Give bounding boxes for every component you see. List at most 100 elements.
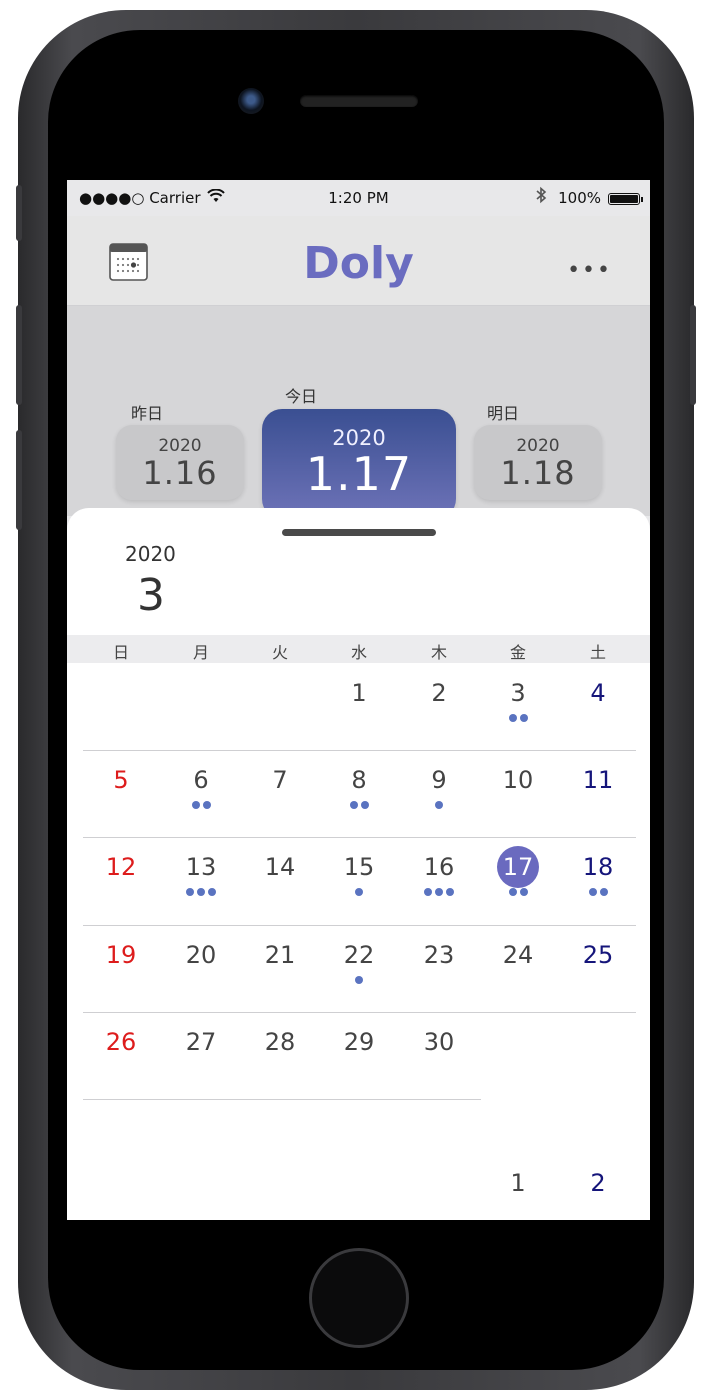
calendar-day[interactable]: 8 [324,766,394,809]
next-day-year: 2020 [516,436,560,456]
day-number: 25 [582,941,614,969]
calendar-day[interactable]: 2 [563,1169,633,1212]
event-dots [483,974,553,984]
calendar-day[interactable]: 18 [563,853,633,896]
calendar-day[interactable]: 3 [483,679,553,722]
event-dots [86,886,156,896]
earpiece-speaker [300,95,418,107]
event-dot [599,888,608,896]
sheet-drag-handle[interactable] [282,529,436,536]
calendar-day[interactable]: 13 [166,853,236,896]
day-number: 16 [423,853,455,881]
event-dots [483,712,553,722]
home-button[interactable] [309,1248,409,1348]
bluetooth-icon [535,186,547,209]
event-dots [86,799,156,809]
calendar-day[interactable]: 20 [166,941,236,984]
calendar-day[interactable]: 14 [245,853,315,896]
event-dot [197,888,205,896]
calendar-day[interactable]: 28 [245,1028,315,1071]
day-selector: 昨日 2020 1.16 今日 2020 1.17 明日 2020 1.18 [67,306,650,519]
calendar-day[interactable]: 7 [245,766,315,809]
event-dot [355,888,363,896]
calendar-day[interactable]: 12 [86,853,156,896]
event-dots [563,799,633,809]
calendar-day[interactable]: 22 [324,941,394,984]
nav-bar: Doly ••• [67,216,650,306]
event-dot [435,801,443,809]
event-dots [166,974,236,984]
event-dot [360,801,369,809]
calendar-day-selected[interactable]: 17 [483,846,553,896]
calendar-day[interactable]: 1 [483,1169,553,1212]
prev-day-year: 2020 [158,436,202,456]
calendar-day[interactable]: 6 [166,766,236,809]
calendar-day[interactable]: 11 [563,766,633,809]
day-number: 28 [264,1028,296,1056]
week-divider [83,1099,481,1100]
day-number: 13 [185,853,217,881]
calendar-day[interactable]: 23 [404,941,474,984]
weekday-2: 火 [271,643,288,662]
day-number: 19 [105,941,137,969]
today-date: 1.17 [305,447,413,501]
day-number: 2 [590,1169,606,1197]
calendar-day[interactable]: 4 [563,679,633,722]
event-dots [404,886,474,896]
day-number: 4 [590,679,606,707]
next-day-label: 明日 [487,404,520,423]
weekday-3: 水 [350,643,367,662]
event-dot [435,888,443,896]
weekday-6: 土 [589,643,606,662]
event-dots [483,799,553,809]
next-day-card[interactable]: 2020 1.18 [474,425,602,500]
day-number: 7 [272,766,288,794]
event-dots [324,712,394,722]
week-divider [83,837,636,838]
more-menu-icon[interactable]: ••• [567,258,612,283]
calendar-year: 2020 [125,542,176,566]
calendar-day[interactable]: 9 [404,766,474,809]
day-number: 11 [582,766,614,794]
weekday-5: 金 [509,643,526,662]
event-dots [166,1061,236,1071]
calendar-day[interactable]: 5 [86,766,156,809]
today-card[interactable]: 2020 1.17 [262,409,456,519]
day-number: 3 [510,679,526,707]
calendar-day[interactable]: 10 [483,766,553,809]
calendar-day[interactable]: 2 [404,679,474,722]
event-dots [563,1202,633,1212]
calendar-day[interactable]: 25 [563,941,633,984]
event-dot [202,801,211,809]
calendar-day[interactable]: 26 [86,1028,156,1071]
event-dots [404,974,474,984]
today-label: 今日 [285,387,318,406]
prev-day-card[interactable]: 2020 1.16 [116,425,244,500]
mute-switch [16,185,22,241]
calendar-day[interactable]: 29 [324,1028,394,1071]
event-dot [186,888,194,896]
week-divider [83,925,636,926]
event-dot [446,888,454,896]
weekday-0: 日 [112,643,129,662]
calendar-day[interactable]: 1 [324,679,394,722]
day-number: 20 [185,941,217,969]
day-number: 24 [502,941,534,969]
calendar-day[interactable]: 19 [86,941,156,984]
calendar-day[interactable]: 27 [166,1028,236,1071]
weekday-4: 木 [430,643,447,662]
day-number: 14 [264,853,296,881]
event-dots [245,974,315,984]
calendar-day[interactable]: 21 [245,941,315,984]
day-number: 5 [113,766,129,794]
day-number: 1 [510,1169,526,1197]
day-number: 27 [185,1028,217,1056]
calendar-day[interactable]: 15 [324,853,394,896]
event-dots [563,974,633,984]
calendar-day[interactable]: 30 [404,1028,474,1071]
calendar-day[interactable]: 24 [483,941,553,984]
day-number: 17 [502,853,534,881]
event-dots [245,799,315,809]
calendar-sheet: 2020 3 日月火水木金土 1 2 3 4 5 6 7 8 9 10 11 12 13 14 15 16 17… [67,508,650,1220]
calendar-day[interactable]: 16 [404,853,474,896]
